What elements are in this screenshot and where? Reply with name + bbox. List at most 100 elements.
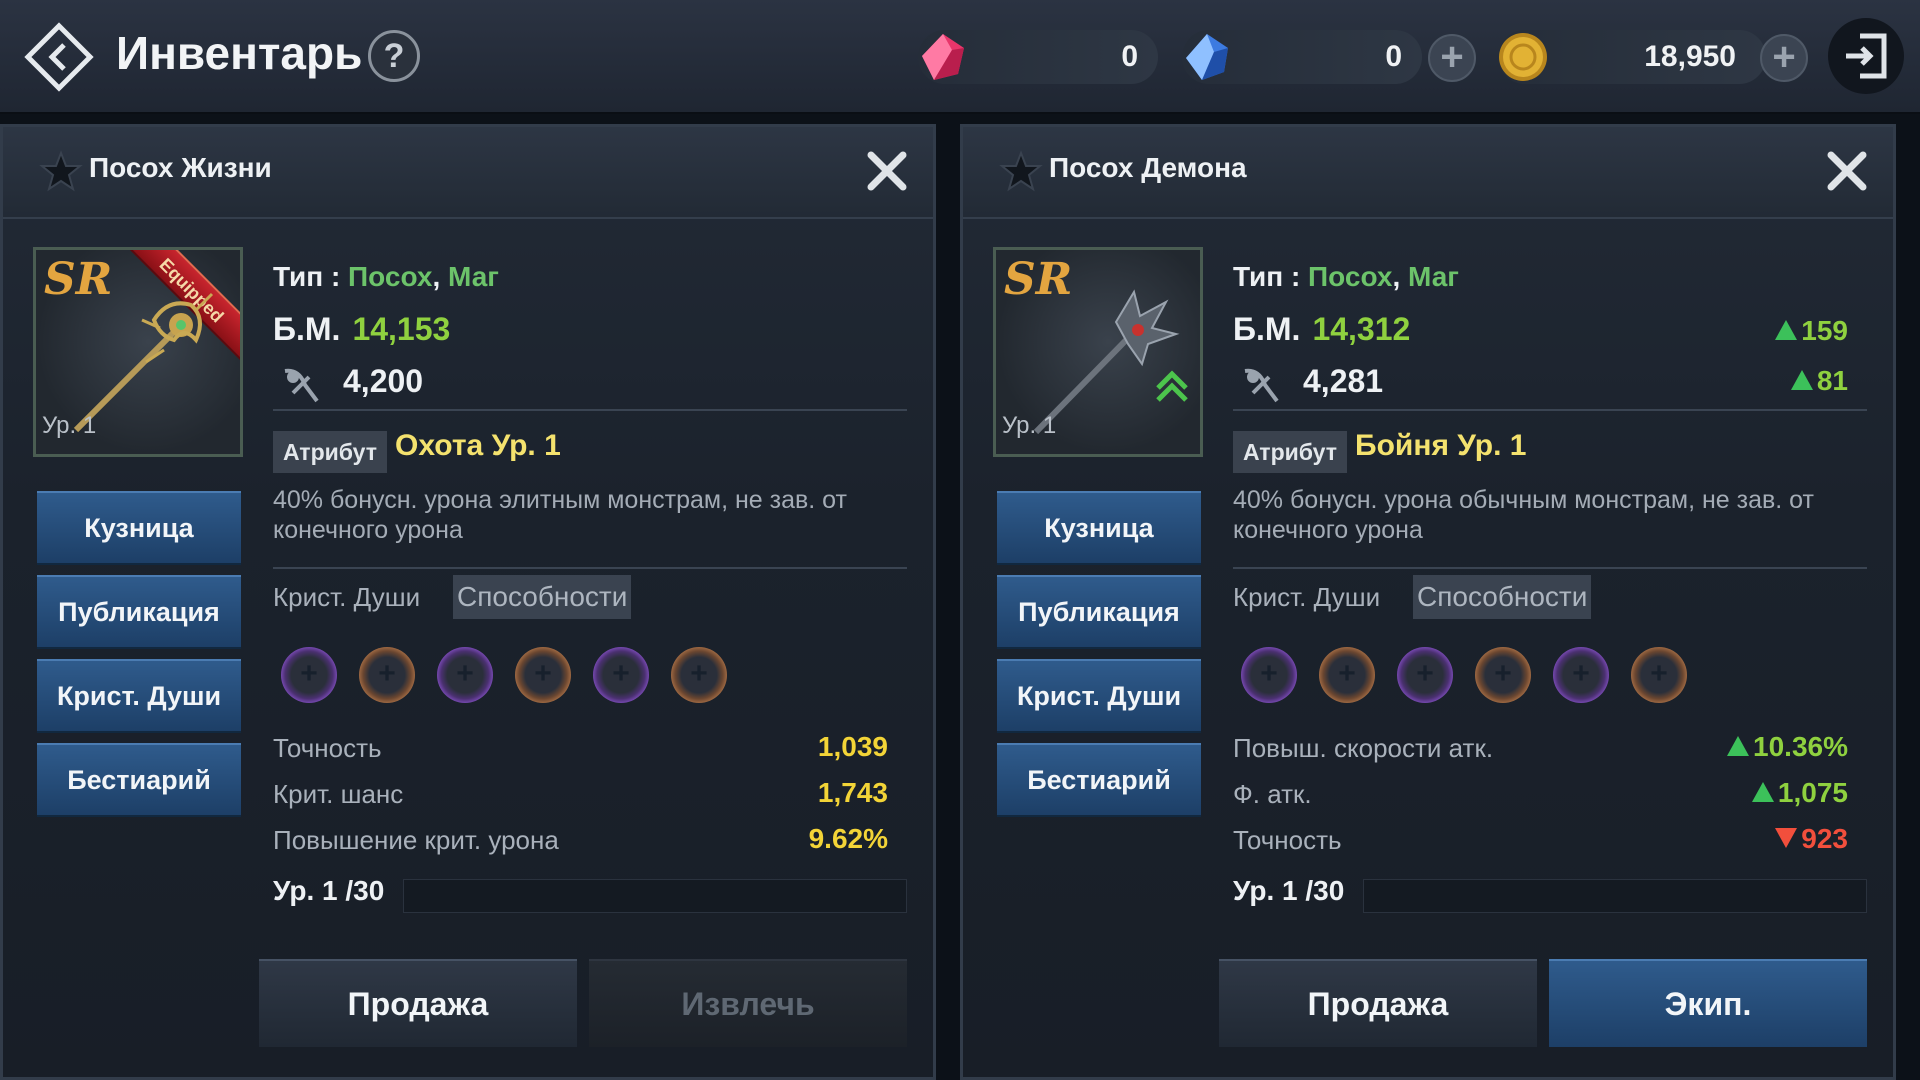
type-class: Маг — [1408, 261, 1459, 292]
page-title: Инвентарь — [116, 27, 363, 79]
stat-name: Точность — [1233, 825, 1342, 855]
increase-arrow-icon — [1727, 736, 1750, 756]
item-level: Ур. 1 — [42, 412, 97, 439]
type-weapon: Посох — [348, 261, 433, 292]
panel-header: Посох Жизни — [3, 127, 933, 219]
item-icon[interactable]: SR Equipped Ур. 1 — [33, 247, 243, 457]
soul-crystal-button[interactable]: Крист. Души — [37, 659, 241, 733]
add-blue-gem-button[interactable]: + — [1428, 34, 1476, 82]
tab-soul-crystal[interactable]: Крист. Души — [273, 575, 420, 619]
attack-diff: 81 — [1790, 365, 1848, 397]
type-class: Маг — [448, 261, 499, 292]
soul-slot-4[interactable] — [515, 647, 571, 703]
stat-value-text: 1,075 — [1777, 777, 1848, 808]
currency-red-gem: 0 — [918, 30, 1158, 84]
type-separator: , — [432, 261, 441, 292]
soul-slot-3[interactable] — [1397, 647, 1453, 703]
currency-blue-gem: 0 — [1182, 30, 1422, 84]
equip-button[interactable]: Экип. — [1549, 959, 1867, 1047]
top-bar: Инвентарь ? 0 0 + 18,950 + — [0, 0, 1920, 114]
close-icon[interactable] — [1823, 147, 1871, 195]
soul-slot-6[interactable] — [671, 647, 727, 703]
red-gem-icon — [922, 34, 964, 80]
close-icon[interactable] — [863, 147, 911, 195]
item-type: Тип : Посох, Маг — [1233, 261, 1459, 293]
sell-button[interactable]: Продажа — [1219, 959, 1537, 1047]
soul-slot-1[interactable] — [1241, 647, 1297, 703]
forge-button[interactable]: Кузница — [37, 491, 241, 565]
stat-value: 923 — [1775, 823, 1848, 855]
extract-button[interactable]: Извлечь — [589, 959, 907, 1047]
publish-button[interactable]: Публикация — [997, 575, 1201, 649]
soul-slot-3[interactable] — [437, 647, 493, 703]
bestiary-button[interactable]: Бестиарий — [37, 743, 241, 817]
gold-coin-icon — [1499, 33, 1547, 81]
item-level: Ур. 1 — [1002, 412, 1057, 439]
stat-value: 10.36% — [1727, 731, 1848, 763]
stat-value-text: 10.36% — [1753, 731, 1848, 762]
exit-door-icon — [1846, 33, 1887, 79]
stat-name: Повыш. скорости атк. — [1233, 733, 1494, 763]
stat-value: 1,743 — [817, 777, 888, 808]
attribute-tag: Атрибут — [1233, 431, 1347, 473]
increase-arrow-icon — [1790, 370, 1813, 390]
soul-slot-1[interactable] — [281, 647, 337, 703]
type-label: Тип : — [273, 261, 341, 292]
attribute-description: 40% бонусн. урона элитным монстрам, не з… — [273, 486, 847, 544]
blue-gem-icon — [1186, 34, 1228, 80]
back-arrow-icon — [24, 22, 94, 92]
tab-soul-crystal[interactable]: Крист. Души — [1233, 575, 1380, 619]
help-button[interactable]: ? — [368, 30, 420, 82]
add-gold-button[interactable]: + — [1760, 34, 1808, 82]
divider — [273, 567, 907, 569]
tab-abilities[interactable]: Способности — [453, 575, 632, 619]
attack-value: 4,200 — [343, 363, 424, 399]
divider — [273, 409, 907, 411]
exit-button[interactable] — [1828, 18, 1904, 94]
attack-weapon-icon — [284, 368, 319, 403]
attack-diff-value: 81 — [1816, 365, 1848, 396]
divider — [1233, 567, 1867, 569]
favorite-star-icon[interactable] — [39, 149, 83, 193]
stat-name: Точность — [273, 733, 382, 763]
publish-button[interactable]: Публикация — [37, 575, 241, 649]
back-button[interactable] — [20, 18, 98, 96]
item-name: Посох Жизни — [89, 152, 272, 183]
item-panel-current: Посох Жизни SR Equipped Ур. 1 Кузница Пу… — [0, 124, 936, 1080]
sell-button[interactable]: Продажа — [259, 959, 577, 1047]
panel-header: Посох Демона — [963, 127, 1893, 219]
stat-value-text: 923 — [1801, 823, 1848, 854]
stat-name: Повышение крит. урона — [273, 825, 559, 855]
exp-bar — [403, 879, 907, 913]
soul-slot-4[interactable] — [1475, 647, 1531, 703]
increase-arrow-icon — [1751, 782, 1774, 802]
item-icon[interactable]: SR Ур. 1 — [993, 247, 1203, 457]
forge-button[interactable]: Кузница — [997, 491, 1201, 565]
tab-abilities[interactable]: Способности — [1413, 575, 1592, 619]
stat-value: 9.62% — [808, 823, 888, 854]
red-gem-count: 0 — [1121, 40, 1138, 73]
blue-gem-count: 0 — [1385, 40, 1402, 73]
magic-power-label: Б.М. — [273, 311, 341, 347]
soul-slot-2[interactable] — [359, 647, 415, 703]
soul-slot-2[interactable] — [1319, 647, 1375, 703]
soul-slot-6[interactable] — [1631, 647, 1687, 703]
attack-weapon-icon — [1244, 368, 1279, 403]
favorite-star-icon[interactable] — [999, 149, 1043, 193]
magic-power: Б.М. 14,153 — [273, 311, 450, 348]
stat-name: Ф. атк. — [1233, 779, 1312, 809]
item-name: Посох Демона — [1049, 152, 1247, 183]
type-label: Тип : — [1233, 261, 1301, 292]
magic-power-diff: 159 — [1775, 315, 1848, 347]
item-type: Тип : Посох, Маг — [273, 261, 499, 293]
attribute-name: Бойня Ур. 1 — [1355, 429, 1527, 462]
attribute-description: 40% бонусн. урона обычным монстрам, не з… — [1233, 486, 1814, 544]
soul-slot-5[interactable] — [593, 647, 649, 703]
magic-power-diff-value: 159 — [1801, 315, 1848, 346]
stat-name: Крит. шанс — [273, 779, 404, 809]
soul-crystal-button[interactable]: Крист. Души — [997, 659, 1201, 733]
bestiary-button[interactable]: Бестиарий — [997, 743, 1201, 817]
soul-slot-5[interactable] — [1553, 647, 1609, 703]
divider — [1233, 409, 1867, 411]
magic-power-value: 14,153 — [352, 311, 451, 347]
